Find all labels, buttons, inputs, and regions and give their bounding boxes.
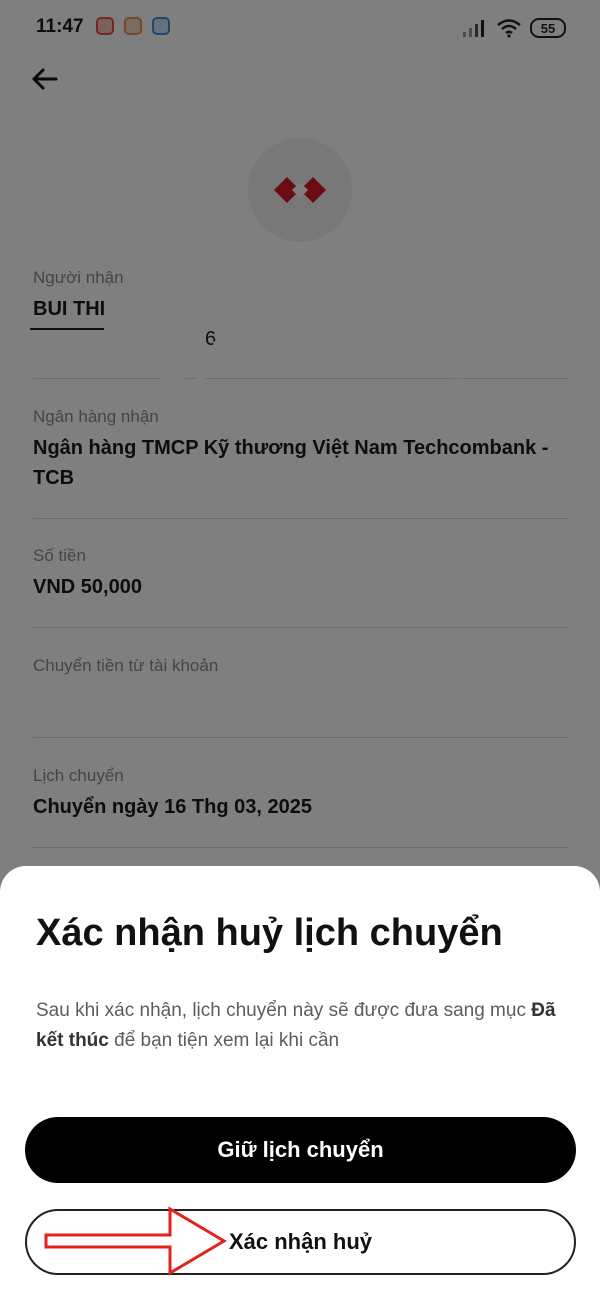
sheet-title: Xác nhận huỷ lịch chuyển <box>36 912 503 954</box>
sheet-desc-after: để bạn tiện xem lại khi cần <box>108 1030 340 1051</box>
sheet-desc-before: Sau khi xác nhận, lịch chuyển này sẽ đượ… <box>36 1000 532 1021</box>
sheet-description: Sau khi xác nhận, lịch chuyển này sẽ đượ… <box>36 996 566 1056</box>
confirm-cancel-sheet: Xác nhận huỷ lịch chuyển Sau khi xác nhậ… <box>0 866 600 1300</box>
annotation-arrow-icon <box>44 1206 227 1276</box>
keep-schedule-button[interactable]: Giữ lịch chuyển <box>25 1117 576 1183</box>
